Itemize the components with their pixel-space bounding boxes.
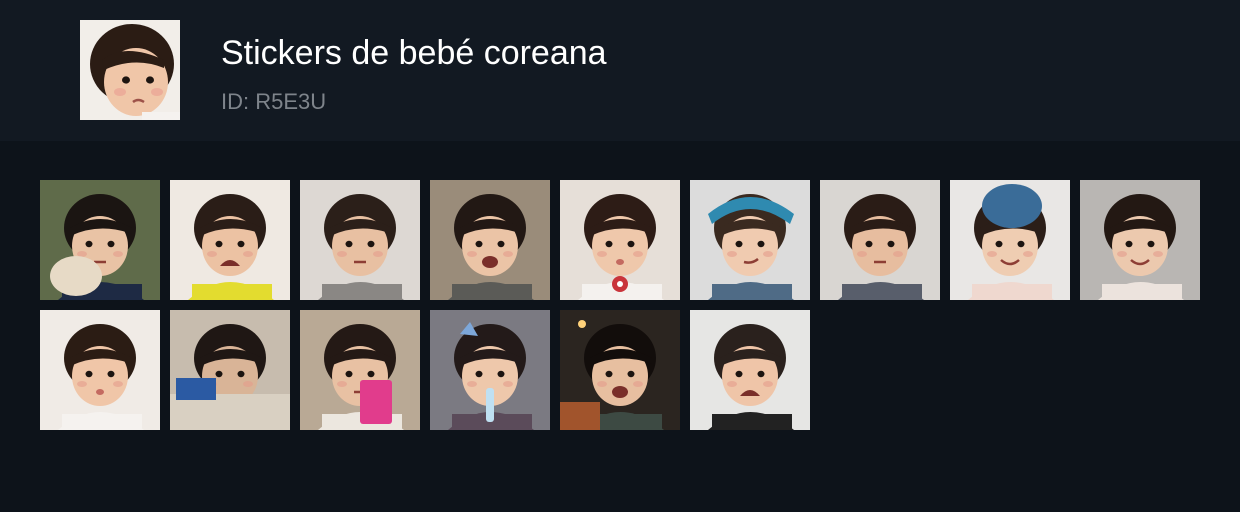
sticker-blue-headband[interactable] (690, 180, 810, 300)
pack-id: ID: R5E3U (221, 89, 327, 114)
sticker-crying-wet-hair[interactable] (690, 310, 810, 430)
sticker-finger-on-cheek[interactable] (820, 180, 940, 300)
sticker-arms-out-kitchen[interactable] (1080, 180, 1200, 300)
sticker-crying-yellow-shirt-image (170, 180, 290, 300)
sticker-pink-bag-image (300, 310, 420, 430)
sticker-hugging-plush-image (40, 180, 160, 300)
sticker-arms-out-kitchen-image (1080, 180, 1200, 300)
sticker-pointing-gray-shirt[interactable] (300, 180, 420, 300)
sticker-blue-hat-smiling[interactable] (950, 180, 1070, 300)
sticker-crying-yellow-shirt[interactable] (170, 180, 290, 300)
sticker-hiding-on-couch-image (170, 310, 290, 430)
pack-header: Stickers de bebé coreana ID: R5E3U (0, 0, 1240, 141)
sticker-night-street-image (560, 310, 680, 430)
sticker-pointing-gray-shirt-image (300, 180, 420, 300)
sticker-pink-bag[interactable] (300, 310, 420, 430)
sticker-night-street[interactable] (560, 310, 680, 430)
sticker-crying-wet-hair-image (690, 310, 810, 430)
sticker-laughing-gray[interactable] (430, 180, 550, 300)
sticker-sad-closeup[interactable] (40, 310, 160, 430)
pack-thumbnail-image[interactable] (80, 20, 180, 120)
sticker-blue-hat-smiling-image (950, 180, 1070, 300)
sticker-sad-closeup-image (40, 310, 160, 430)
sticker-hiding-on-couch[interactable] (170, 310, 290, 430)
sticker-blue-headband-image (690, 180, 810, 300)
sticker-drinking-bottle-image (430, 310, 550, 430)
sticker-hugging-plush[interactable] (40, 180, 160, 300)
sticker-side-eye-pacifier-image (560, 180, 680, 300)
sticker-side-eye-pacifier[interactable] (560, 180, 680, 300)
sticker-grid (40, 180, 1200, 430)
crying-baby-face-icon (80, 20, 180, 120)
sticker-drinking-bottle[interactable] (430, 310, 550, 430)
sticker-laughing-gray-image (430, 180, 550, 300)
pack-title: Stickers de bebé coreana (221, 34, 607, 72)
sticker-finger-on-cheek-image (820, 180, 940, 300)
